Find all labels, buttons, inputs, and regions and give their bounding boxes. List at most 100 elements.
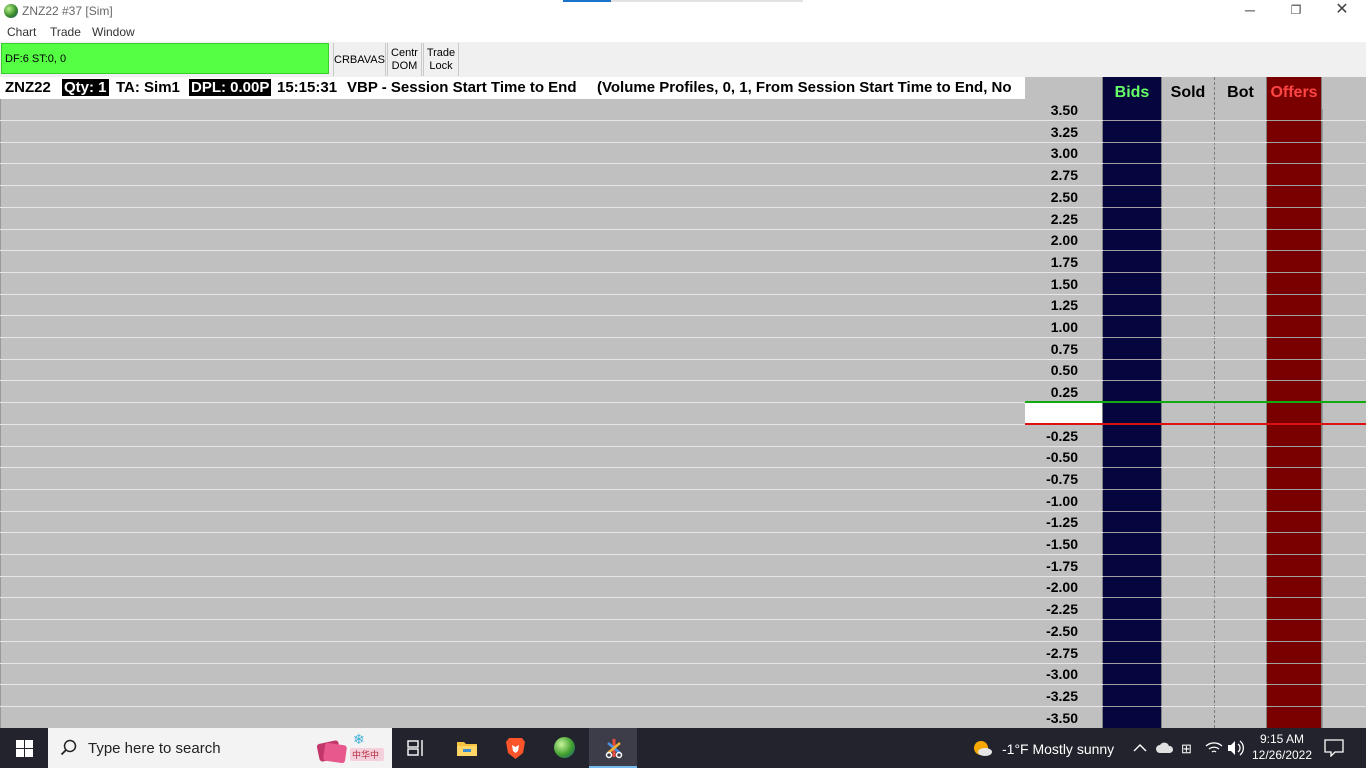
chart-grid-line (0, 619, 1025, 620)
offers-row-line (1267, 315, 1321, 316)
ask-marker-line (1025, 423, 1366, 425)
snipping-tool-icon (605, 739, 623, 759)
offers-row-line (1267, 185, 1321, 186)
brave-browser-button[interactable] (491, 728, 539, 768)
bids-row-line (1103, 185, 1161, 186)
task-view-button[interactable] (392, 728, 440, 768)
bids-row-line (1103, 597, 1161, 598)
price-level: 1.25 (1050, 297, 1078, 313)
clock-date: 12/26/2022 (1251, 748, 1313, 762)
price-level: -2.75 (1046, 645, 1078, 661)
snipping-tool-button[interactable] (589, 728, 637, 768)
center-dom-button[interactable]: Centr DOM (387, 43, 422, 76)
sierra-chart-button[interactable] (540, 728, 588, 768)
search-placeholder: Type here to search (88, 740, 221, 757)
quantity-badge: Qty: 1 (62, 79, 109, 96)
file-explorer-icon (457, 742, 477, 756)
chart-grid-line (0, 663, 1025, 664)
chart-grid-line (0, 424, 1025, 425)
ime-icon[interactable]: ⊞ (1181, 741, 1192, 757)
offers-row-line (1267, 207, 1321, 208)
volume-icon[interactable] (1227, 740, 1245, 756)
price-level: 2.75 (1050, 167, 1078, 183)
chart-grid-line (0, 272, 1025, 273)
bids-row-line (1103, 163, 1161, 164)
crbavas-button[interactable]: CRBAVAS (333, 43, 386, 76)
chart-grid-line (0, 597, 1025, 598)
search-icon (60, 739, 77, 756)
weather-text[interactable]: -1°F Mostly sunny (1002, 741, 1114, 757)
trade-lock-button[interactable]: Trade Lock (423, 43, 459, 76)
offers-row-line (1267, 511, 1321, 512)
bids-row-line (1103, 250, 1161, 251)
dom-ladder[interactable]: 3.50 3.25 3.00 2.75 2.50 2.25 2.00 1.75 1.50 1.25… (1025, 77, 1366, 728)
offers-row-line (1267, 359, 1321, 360)
price-level: -3.00 (1046, 666, 1078, 682)
offers-row-line (1267, 663, 1321, 664)
menu-chart[interactable]: Chart (7, 25, 36, 39)
svg-text:❄: ❄ (353, 732, 365, 748)
bids-row-line (1103, 706, 1161, 707)
start-button[interactable] (0, 728, 48, 768)
task-view-icon (407, 740, 423, 756)
offers-row-line (1267, 163, 1321, 164)
bids-row-line (1103, 641, 1161, 642)
restore-button[interactable]: ❐ (1273, 0, 1319, 22)
price-level: 3.00 (1050, 145, 1078, 161)
chart-grid-line (0, 576, 1025, 577)
bids-row-line (1103, 511, 1161, 512)
search-highlight-illustration: ❄ 中华中 (316, 732, 384, 764)
offers-row-line (1267, 250, 1321, 251)
sold-header: Sold (1162, 77, 1214, 109)
weather-icon[interactable] (971, 739, 993, 757)
bids-row-line (1103, 294, 1161, 295)
offers-row-line (1267, 446, 1321, 447)
cloud-icon[interactable] (1156, 741, 1174, 755)
close-button[interactable]: ✕ (1319, 0, 1365, 22)
file-explorer-button[interactable] (442, 728, 490, 768)
price-level: 0.25 (1050, 384, 1078, 400)
svg-text:中华中: 中华中 (352, 749, 379, 761)
offers-row-line (1267, 532, 1321, 533)
price-level: -2.25 (1046, 601, 1078, 617)
menu-trade[interactable]: Trade (50, 25, 81, 39)
bids-row-line (1103, 663, 1161, 664)
study-params: (Volume Profiles, 0, 1, From Session Sta… (597, 79, 1012, 96)
bids-row-line (1103, 120, 1161, 121)
offers-row-line (1267, 142, 1321, 143)
chart-grid-line (0, 294, 1025, 295)
offers-row-line (1267, 684, 1321, 685)
offers-row-line (1267, 294, 1321, 295)
offers-row-line (1267, 489, 1321, 490)
system-clock[interactable]: 9:15 AM 12/26/2022 (1248, 731, 1316, 763)
chevron-up-icon[interactable] (1133, 742, 1147, 754)
chart-grid-line (0, 120, 1025, 121)
wifi-icon[interactable] (1205, 740, 1223, 756)
taskbar-search-box[interactable]: Type here to search ❄ 中华中 (48, 728, 392, 768)
menu-bar: Chart Trade Window (0, 22, 1366, 42)
trade-lock-label-2: Lock (429, 60, 453, 72)
top-accent-highlight (563, 0, 611, 2)
price-level: -0.75 (1046, 471, 1078, 487)
bids-row-line (1103, 315, 1161, 316)
minimize-button[interactable]: ─ (1227, 0, 1273, 22)
chart-area[interactable]: ZNZ22 Qty: 1 TA: Sim1 DPL: 0.00P 15:15:3… (0, 77, 1025, 729)
offers-row-line (1267, 619, 1321, 620)
bids-row-line (1103, 337, 1161, 338)
menu-window[interactable]: Window (92, 25, 135, 39)
price-level: -0.50 (1046, 449, 1078, 465)
offers-row-line (1267, 554, 1321, 555)
chart-grid-line (0, 402, 1025, 403)
notifications-icon[interactable] (1324, 739, 1344, 757)
price-level: -1.75 (1046, 558, 1078, 574)
symbol-label: ZNZ22 (5, 79, 51, 96)
price-level: -1.25 (1046, 514, 1078, 530)
center-dom-label-2: DOM (391, 60, 418, 72)
extra-header (1322, 77, 1366, 109)
chart-grid-line (0, 467, 1025, 468)
last-price-cell (1025, 402, 1102, 423)
price-level: 0.75 (1050, 341, 1078, 357)
start-icon-tile (25, 749, 33, 757)
chart-grid-line (0, 359, 1025, 360)
bids-row-line (1103, 489, 1161, 490)
